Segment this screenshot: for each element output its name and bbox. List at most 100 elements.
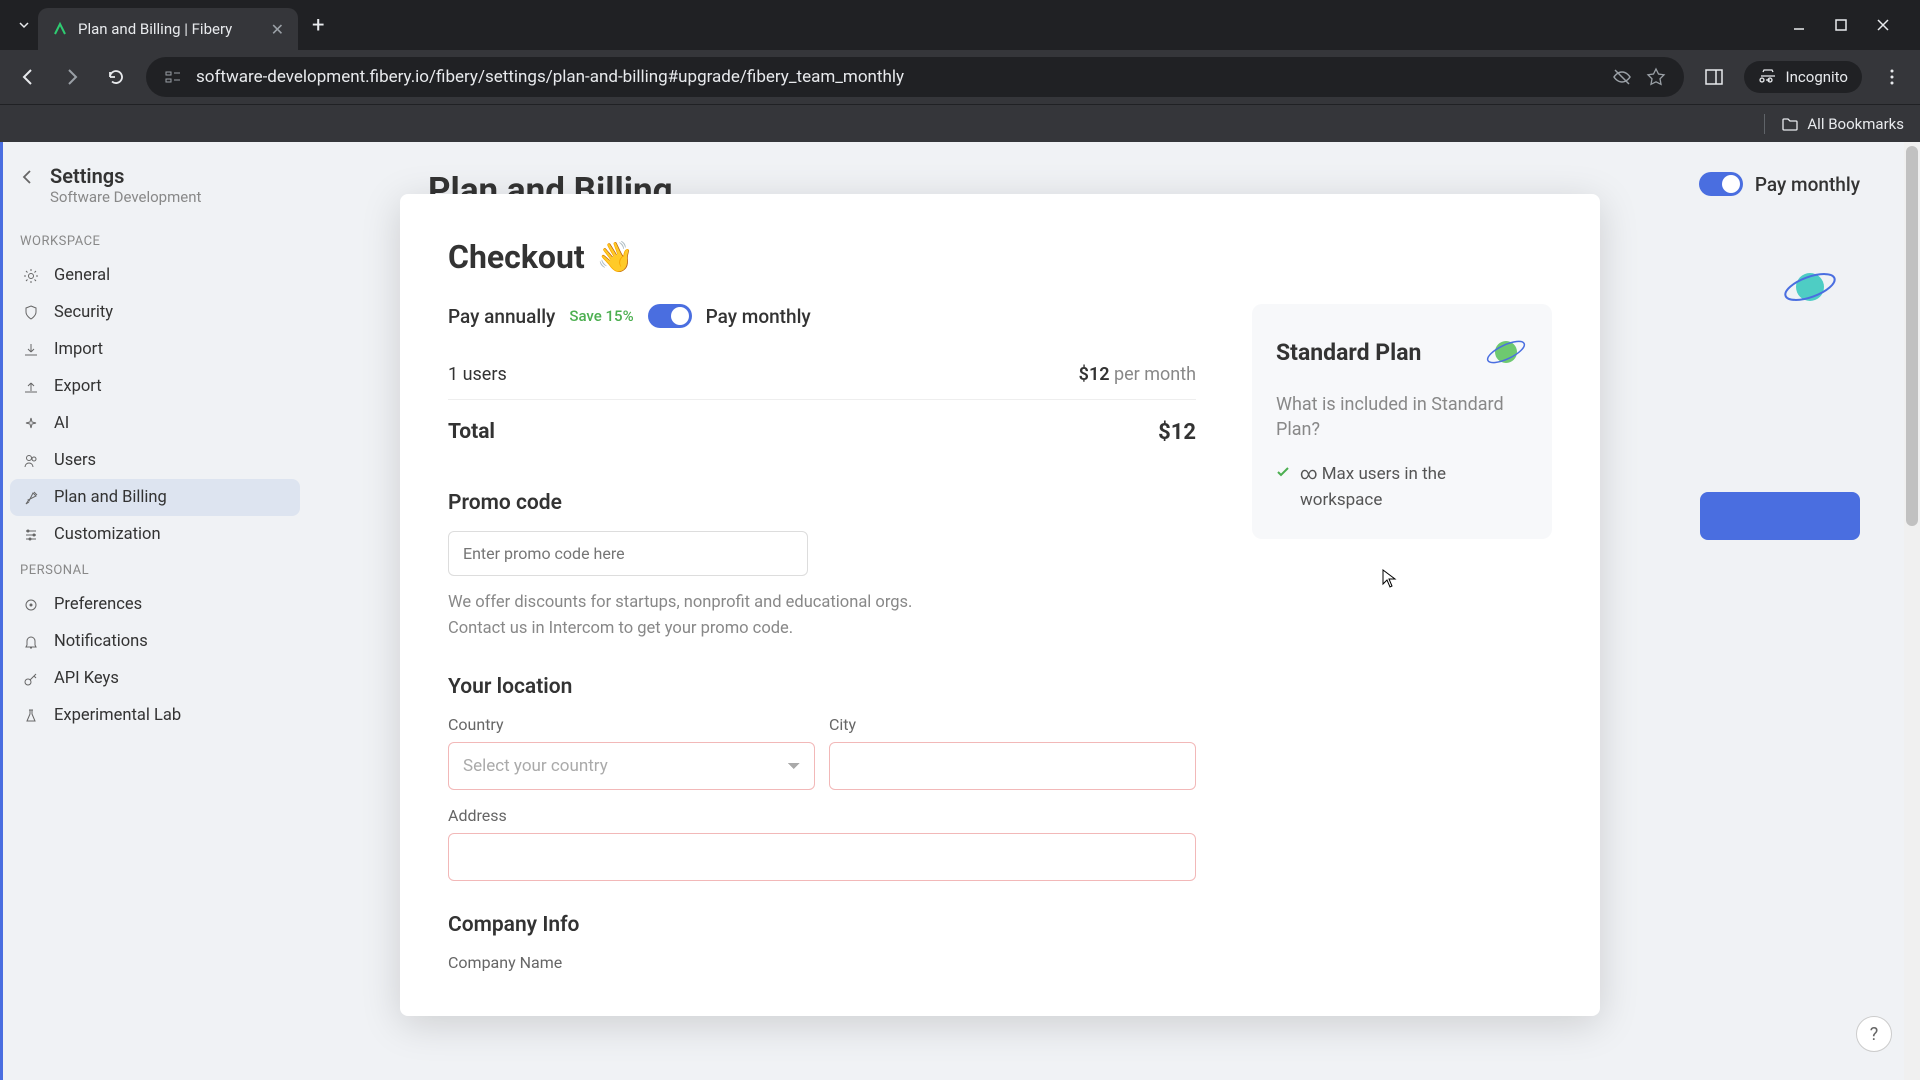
plan-name: Standard Plan (1276, 339, 1421, 366)
country-label: Country (448, 715, 815, 734)
incognito-label: Incognito (1786, 68, 1848, 86)
close-button[interactable] (1876, 18, 1890, 32)
sidebar-item-ai[interactable]: AI (10, 405, 300, 442)
sidebar-item-api-keys[interactable]: API Keys (10, 660, 300, 697)
promo-hint: We offer discounts for startups, nonprof… (448, 590, 1196, 643)
sidebar-item-label: API Keys (54, 669, 119, 688)
maximize-button[interactable] (1834, 18, 1848, 32)
plan-card-header: Standard Plan (1276, 330, 1528, 374)
incognito-icon (1758, 67, 1778, 87)
sidebar-active-indicator (0, 142, 3, 1080)
sidebar-item-label: Plan and Billing (54, 488, 167, 507)
sidebar-item-label: General (54, 266, 110, 285)
eye-off-icon[interactable] (1612, 67, 1632, 87)
forward-button[interactable] (58, 63, 86, 91)
checkout-modal: Checkout 👋 Pay annually Save 15% Pay mon… (400, 194, 1600, 1016)
side-panel-icon[interactable] (1700, 63, 1728, 91)
tab-close-icon[interactable]: ✕ (271, 20, 284, 39)
url-text: software-development.fibery.io/fibery/se… (196, 67, 1598, 87)
sparkle-icon (22, 415, 40, 433)
total-label: Total (448, 420, 495, 445)
tab-favicon-icon (52, 20, 70, 38)
company-name-label: Company Name (448, 953, 808, 972)
upload-icon (22, 378, 40, 396)
checkout-left-column: Pay annually Save 15% Pay monthly 1 user… (448, 304, 1196, 972)
url-bar[interactable]: software-development.fibery.io/fibery/se… (146, 57, 1684, 97)
sidebar-item-label: Experimental Lab (54, 706, 181, 725)
bookmark-bar: All Bookmarks (0, 104, 1920, 142)
save-badge: Save 15% (569, 307, 633, 325)
pref-icon (22, 596, 40, 614)
bg-pay-toggle-label: Pay monthly (1755, 173, 1860, 196)
address-label: Address (448, 806, 1196, 825)
browser-menu-icon[interactable] (1878, 63, 1906, 91)
sidebar-item-import[interactable]: Import (10, 331, 300, 368)
sidebar-item-users[interactable]: Users (10, 442, 300, 479)
country-field: Country Select your country (448, 715, 815, 790)
sidebar-item-label: Notifications (54, 632, 148, 651)
minimize-button[interactable] (1792, 18, 1806, 32)
main-content: Plan and Billing Pay monthly Checkout 👋 … (310, 142, 1920, 1080)
users-count: 1 users (448, 364, 507, 385)
pay-cycle-toggle[interactable] (648, 304, 692, 328)
rocket-icon (22, 489, 40, 507)
site-info-icon[interactable] (164, 68, 182, 86)
all-bookmarks-label: All Bookmarks (1807, 115, 1904, 133)
plan-feature: ∞ Max users in the workspace (1276, 462, 1528, 513)
window-controls (1792, 18, 1910, 32)
bg-planet-icon (1780, 257, 1840, 317)
users-icon (22, 452, 40, 470)
sidebar-item-customization[interactable]: Customization (10, 516, 300, 553)
app-content: Settings Software Development WORKSPACE … (0, 142, 1920, 1080)
pay-annually-label: Pay annually (448, 305, 555, 328)
per-month-label: per month (1114, 364, 1196, 385)
sidebar-item-label: Import (54, 340, 103, 359)
settings-sidebar: Settings Software Development WORKSPACE … (0, 142, 310, 1080)
sidebar-item-preferences[interactable]: Preferences (10, 586, 300, 623)
scrollbar-thumb[interactable] (1906, 146, 1918, 526)
plan-feature-text: ∞ Max users in the workspace (1300, 462, 1528, 513)
sidebar-section-personal: PERSONAL (10, 553, 300, 586)
scrollbar[interactable] (1904, 142, 1920, 1080)
modal-title: Checkout (448, 238, 585, 276)
country-select[interactable]: Select your country (448, 742, 815, 790)
plan-card: Standard Plan What is included in Standa… (1252, 304, 1552, 539)
incognito-badge[interactable]: Incognito (1744, 61, 1862, 93)
all-bookmarks-button[interactable]: All Bookmarks (1781, 115, 1904, 133)
bg-pay-toggle[interactable] (1699, 172, 1743, 196)
tab-search-dropdown[interactable] (10, 11, 38, 39)
new-tab-button[interactable]: + (298, 5, 338, 46)
tab-title: Plan and Billing | Fibery (78, 20, 263, 38)
city-field: City (829, 715, 1196, 790)
sidebar-item-security[interactable]: Security (10, 294, 300, 331)
pay-cycle-row: Pay annually Save 15% Pay monthly (448, 304, 1196, 328)
sidebar-subtitle: Software Development (50, 188, 201, 206)
sidebar-item-general[interactable]: General (10, 257, 300, 294)
users-price-row: 1 users $12 per month (448, 350, 1196, 400)
browser-tab[interactable]: Plan and Billing | Fibery ✕ (38, 8, 298, 50)
promo-input[interactable] (448, 531, 808, 576)
promo-hint-line1: We offer discounts for startups, nonprof… (448, 590, 1196, 616)
bg-upgrade-button[interactable] (1700, 492, 1860, 540)
city-input[interactable] (829, 742, 1196, 790)
flask-icon (22, 707, 40, 725)
sidebar-item-experimental[interactable]: Experimental Lab (10, 697, 300, 734)
address-input[interactable] (448, 833, 1196, 881)
modal-body: Pay annually Save 15% Pay monthly 1 user… (448, 304, 1552, 972)
sidebar-item-plan-billing[interactable]: Plan and Billing (10, 479, 300, 516)
sidebar-section-workspace: WORKSPACE (10, 224, 300, 257)
sidebar-item-export[interactable]: Export (10, 368, 300, 405)
sidebar-item-label: Preferences (54, 595, 142, 614)
wave-icon: 👋 (597, 240, 634, 275)
price-per-user: $12 (1079, 364, 1110, 385)
download-icon (22, 341, 40, 359)
help-button[interactable]: ? (1856, 1016, 1892, 1052)
back-button[interactable] (14, 63, 42, 91)
bookmark-star-icon[interactable] (1646, 67, 1666, 87)
sidebar-back-icon[interactable] (18, 168, 36, 186)
sidebar-item-notifications[interactable]: Notifications (10, 623, 300, 660)
plan-desc: What is included in Standard Plan? (1276, 392, 1528, 442)
reload-button[interactable] (102, 63, 130, 91)
pay-monthly-label: Pay monthly (706, 305, 811, 328)
sidebar-header: Settings Software Development (10, 158, 300, 224)
